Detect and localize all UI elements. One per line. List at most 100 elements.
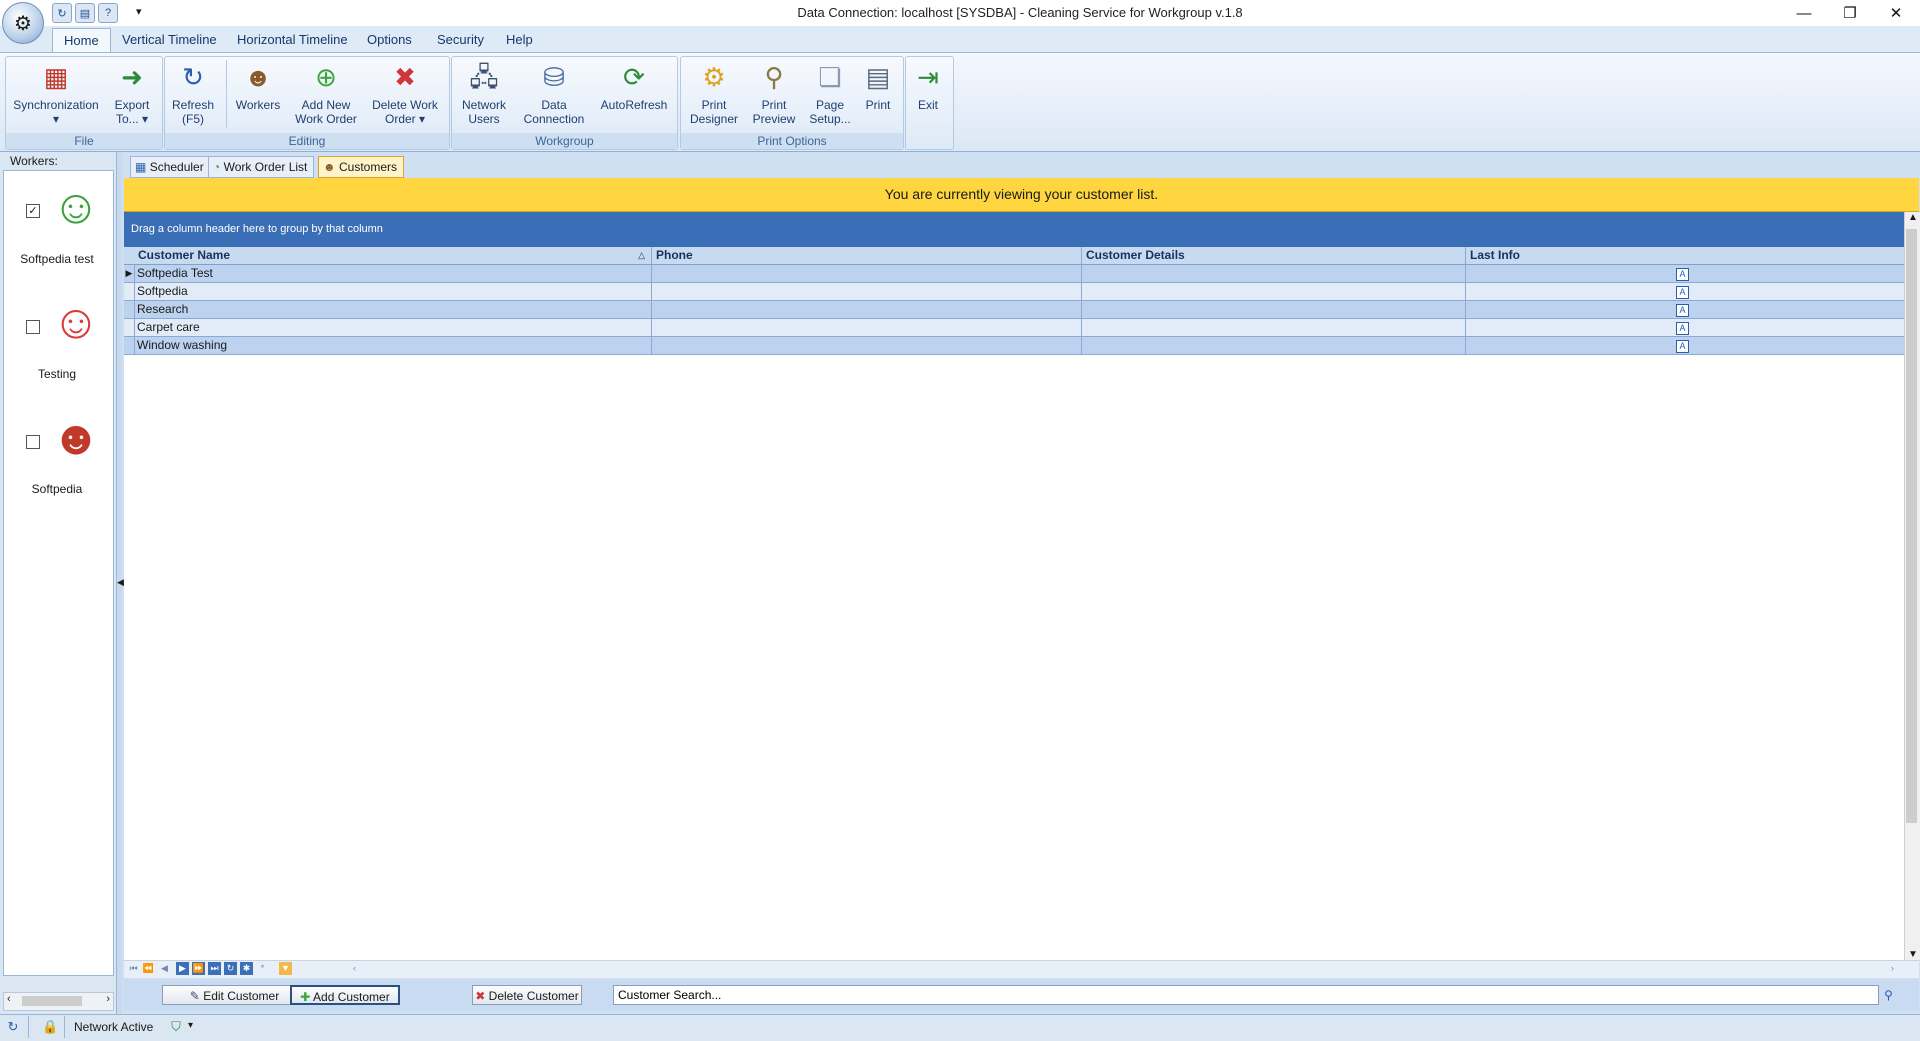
cell-last-info[interactable]: A — [1466, 265, 1904, 282]
filter-icon[interactable]: ▼ — [279, 962, 292, 975]
scroll-down-icon[interactable]: ▼ — [1908, 949, 1918, 960]
scrollbar-thumb[interactable] — [22, 996, 82, 1006]
scroll-right-icon[interactable]: › — [1886, 962, 1899, 975]
autorefresh-button[interactable]: ⟳ AutoRefresh — [597, 60, 671, 112]
column-header-customer-details[interactable]: Customer Details — [1082, 247, 1466, 264]
column-header-customer-name[interactable]: Customer Name △ — [134, 247, 652, 264]
tab-help[interactable]: Help — [495, 28, 544, 52]
sync-status-icon[interactable]: ↻ — [5, 1019, 21, 1035]
cell-customer-name[interactable]: Research — [134, 301, 652, 318]
cell-phone[interactable] — [652, 319, 1082, 336]
last-page-icon[interactable]: ⏭ — [208, 962, 221, 975]
minimize-button[interactable]: — — [1781, 0, 1827, 26]
table-row[interactable]: Carpet care A — [124, 319, 1904, 337]
cell-customer-details[interactable] — [1082, 283, 1466, 300]
scroll-right-icon[interactable]: › — [106, 993, 110, 1005]
tab-vertical-timeline[interactable]: Vertical Timeline — [111, 28, 228, 52]
autorefresh-icon: ⟳ — [623, 62, 645, 92]
info-a-icon[interactable]: A — [1676, 340, 1689, 353]
table-row[interactable]: Research A — [124, 301, 1904, 319]
cell-phone[interactable] — [652, 337, 1082, 354]
tab-work-order-list[interactable]: ◔ Work Order List — [208, 156, 315, 178]
cell-customer-name[interactable]: Carpet care — [134, 319, 652, 336]
group-by-panel[interactable]: Drag a column header here to group by th… — [124, 212, 1904, 247]
prev-record-icon[interactable]: ◀ — [158, 962, 171, 975]
panel-splitter[interactable]: ◀ — [117, 152, 124, 1014]
synchronization-button[interactable]: ▦ Synchronization ▾ — [10, 60, 102, 126]
collapse-arrow-icon[interactable]: ◀ — [117, 577, 124, 588]
print-button[interactable]: ▤ Print — [858, 60, 898, 112]
add-customer-button[interactable]: ✚ Add Customer — [290, 985, 400, 1005]
delete-customer-button[interactable]: ✖ Delete Customer — [472, 985, 582, 1005]
column-header-last-info[interactable]: Last Info — [1466, 247, 1904, 264]
tab-scheduler[interactable]: ▦ Scheduler — [130, 156, 211, 178]
refresh-icon[interactable]: ↻ — [224, 962, 237, 975]
prev-page-icon[interactable]: ⏪ — [142, 962, 155, 975]
cell-last-info[interactable]: A — [1466, 301, 1904, 318]
tab-customers[interactable]: ☻ Customers — [318, 156, 404, 178]
workers-horizontal-scrollbar[interactable]: ‹ › — [3, 992, 114, 1011]
cell-customer-name[interactable]: Softpedia — [134, 283, 652, 300]
cell-last-info[interactable]: A — [1466, 319, 1904, 336]
tab-horizontal-timeline[interactable]: Horizontal Timeline — [226, 28, 359, 52]
table-row[interactable]: Softpedia A — [124, 283, 1904, 301]
next-page-icon[interactable]: ⏩ — [192, 962, 205, 975]
lock-icon[interactable]: 🔒 — [42, 1019, 58, 1035]
restore-button[interactable]: ❐ — [1827, 0, 1873, 26]
scroll-left-icon[interactable]: ‹ — [7, 993, 11, 1005]
refresh-button[interactable]: ↻ Refresh (F5) — [168, 60, 218, 126]
app-menu-orb-icon[interactable]: ⚙ — [2, 2, 44, 44]
info-a-icon[interactable]: A — [1676, 268, 1689, 281]
column-header-phone[interactable]: Phone — [652, 247, 1082, 264]
workers-button[interactable]: ☻ Workers — [232, 60, 284, 112]
table-row[interactable]: ▶ Softpedia Test A — [124, 265, 1904, 283]
append-icon[interactable]: ✱ — [240, 962, 253, 975]
chevron-down-icon[interactable]: ▾ — [188, 1020, 193, 1031]
first-page-icon[interactable]: ⏮ — [127, 962, 140, 975]
print-designer-button[interactable]: ⚙ Print Designer — [686, 60, 742, 126]
print-preview-button[interactable]: ⚲ Print Preview — [746, 60, 802, 126]
tab-security[interactable]: Security — [426, 28, 495, 52]
edit-customer-button[interactable]: ✎ Edit Customer — [162, 985, 307, 1005]
scroll-up-icon[interactable]: ▲ — [1908, 212, 1918, 223]
next-record-icon[interactable]: ▶ — [176, 962, 189, 975]
info-a-icon[interactable]: A — [1676, 322, 1689, 335]
cell-customer-details[interactable] — [1082, 337, 1466, 354]
tab-options[interactable]: Options — [356, 28, 423, 52]
worker-checkbox[interactable] — [26, 435, 40, 449]
cell-customer-name[interactable]: Window washing — [134, 337, 652, 354]
page-setup-button[interactable]: ❏ Page Setup... — [804, 60, 856, 126]
info-a-icon[interactable]: A — [1676, 286, 1689, 299]
cell-customer-details[interactable] — [1082, 301, 1466, 318]
table-row[interactable]: Window washing A — [124, 337, 1904, 355]
cell-customer-name[interactable]: Softpedia Test — [134, 265, 652, 282]
cell-last-info[interactable]: A — [1466, 283, 1904, 300]
worker-name[interactable]: Testing — [4, 367, 110, 381]
worker-name[interactable]: Softpedia — [4, 482, 110, 496]
cell-customer-details[interactable] — [1082, 319, 1466, 336]
exit-button[interactable]: ⇥ Exit — [908, 60, 948, 112]
search-icon[interactable]: ⚲ — [1880, 985, 1897, 1005]
data-connection-button[interactable]: ⛁ Data Connection — [517, 60, 591, 126]
scroll-left-icon[interactable]: ‹ — [348, 962, 361, 975]
worker-checkbox[interactable]: ✓ — [26, 204, 40, 218]
worker-name[interactable]: Softpedia test — [4, 252, 110, 266]
network-users-button[interactable]: 🖧 Network Users — [458, 60, 510, 126]
sort-ascending-icon: △ — [638, 250, 645, 260]
delete-work-order-button[interactable]: ✖ Delete Work Order ▾ — [367, 60, 443, 126]
tab-home[interactable]: Home — [52, 28, 111, 53]
cell-phone[interactable] — [652, 301, 1082, 318]
cell-phone[interactable] — [652, 265, 1082, 282]
customer-search-input[interactable] — [613, 985, 1879, 1005]
worker-checkbox[interactable] — [26, 320, 40, 334]
insert-icon[interactable]: * — [256, 962, 269, 975]
scrollbar-thumb[interactable] — [1906, 229, 1917, 823]
info-a-icon[interactable]: A — [1676, 304, 1689, 317]
shield-icon[interactable]: ⛉ — [168, 1019, 184, 1035]
close-button[interactable]: ✕ — [1873, 0, 1919, 26]
export-button[interactable]: ➜ Export To... ▾ — [108, 60, 156, 126]
cell-phone[interactable] — [652, 283, 1082, 300]
cell-last-info[interactable]: A — [1466, 337, 1904, 354]
cell-customer-details[interactable] — [1082, 265, 1466, 282]
add-work-order-button[interactable]: ⊕ Add New Work Order — [292, 60, 360, 126]
